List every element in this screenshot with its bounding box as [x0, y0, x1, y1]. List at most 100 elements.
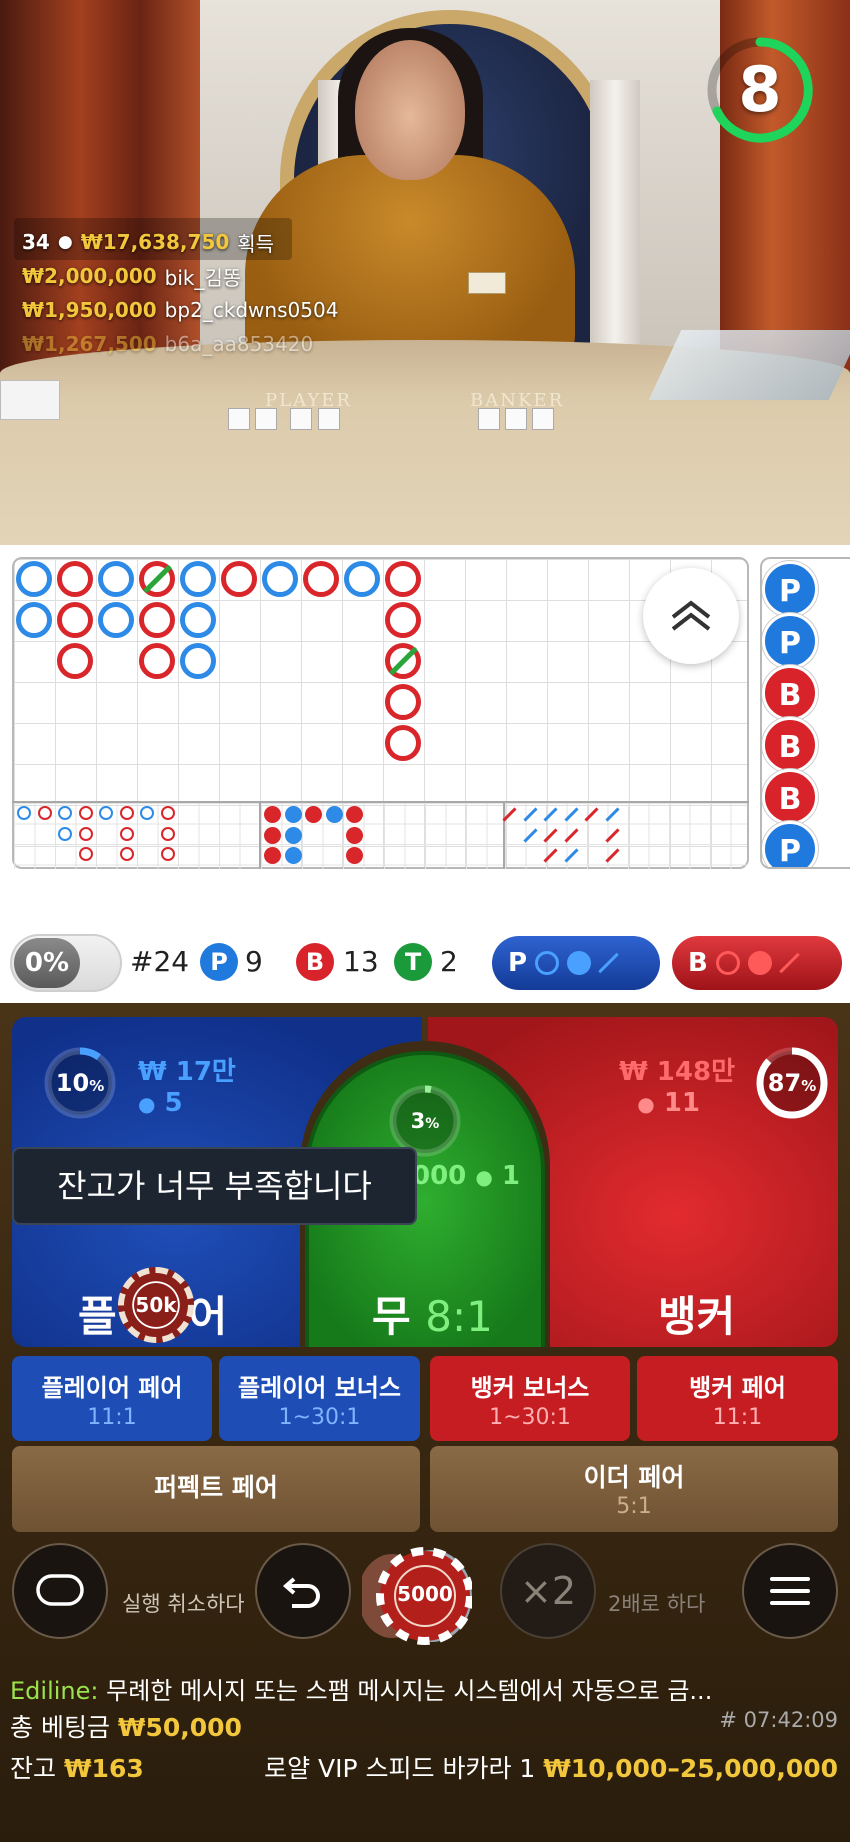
bead-road-mark: B [762, 665, 818, 721]
chip-selector[interactable]: 5000 [358, 1544, 474, 1648]
winners-list: 34 ● ₩17,638,750 획득 ₩2,000,000 bik_김똥 ₩1… [22, 225, 338, 361]
total-bet-label: 총 베팅금 [10, 1713, 110, 1742]
big-road-mark [344, 561, 380, 597]
player-percent: 10% [55, 1069, 105, 1097]
big-road-mark [180, 602, 216, 638]
eyeroad-mark [160, 806, 175, 820]
big-road-mark [180, 561, 216, 597]
tie-count: 2 [440, 945, 458, 978]
big-road-mark [139, 643, 175, 679]
banker-bettor-count: 11 [663, 1088, 700, 1118]
winner-amount: ₩2,000,000 [22, 264, 157, 288]
side-bet-odds: 5:1 [616, 1494, 652, 1519]
big-eye-icon [715, 951, 740, 975]
smallroad-mark [346, 847, 363, 864]
either-pair-bet[interactable]: 이더 페어 5:1 [430, 1446, 838, 1532]
winner-row: ₩1,267,500 b6a_aa853420 [22, 327, 338, 361]
round-number: #24 [130, 945, 190, 978]
cockroad-mark [604, 827, 620, 843]
side-bet-label: 퍼펙트 페어 [154, 1473, 278, 1502]
banker-percent-ring: 87% [752, 1043, 832, 1123]
banker-bonus-bet[interactable]: 뱅커 보너스 1~30:1 [430, 1356, 630, 1441]
live-video: PLAYER BANKER 8 34 ● ₩17,638,750 획득 ₩2,0 [0, 0, 850, 545]
user-icon: ● [138, 1092, 156, 1116]
side-bet-label: 플레이어 보너스 [238, 1374, 401, 1402]
cockroad-mark [502, 807, 517, 822]
banker-card [505, 408, 527, 430]
pillar-right [590, 80, 640, 380]
side-bet-label: 뱅커 페어 [689, 1374, 786, 1402]
big-road-mark [262, 561, 298, 597]
undo-icon [282, 1577, 320, 1608]
player-percent-ring: 10% [40, 1043, 120, 1123]
double-button[interactable]: ×2 [500, 1543, 596, 1639]
percent-toggle[interactable]: 0% [10, 934, 122, 992]
bead-road-mark: P [762, 821, 818, 867]
perfect-pair-bet[interactable]: 퍼펙트 페어 [12, 1446, 420, 1532]
cockroach-icon [598, 952, 619, 974]
player-count-badge: P [200, 943, 238, 981]
eyeroad-mark [160, 847, 175, 861]
winner-count: 34 [22, 230, 50, 254]
side-bet-odds: 11:1 [87, 1405, 137, 1430]
placed-chip[interactable]: 50k [118, 1267, 194, 1343]
big-road-mark [180, 643, 216, 679]
player-bettor-count: 5 [164, 1088, 183, 1118]
player-card [318, 408, 340, 430]
player-bettors: ● 5 [138, 1088, 183, 1118]
big-road-mark [303, 561, 339, 597]
tie-count-badge: T [394, 943, 432, 981]
collapse-scoreboard-button[interactable] [643, 568, 739, 664]
chat-toggle-button[interactable] [12, 1543, 108, 1639]
player-count: 9 [245, 945, 263, 978]
chevron-double-up-icon [671, 600, 711, 631]
bead-road[interactable]: PPBBBP [760, 557, 850, 869]
player-card [255, 408, 277, 430]
insufficient-balance-toast: 잔고가 너무 부족합니다 [12, 1147, 417, 1225]
big-road-mark [139, 602, 175, 638]
chat-message: Ediline: 무례한 메시지 또는 스팸 메시지는 시스템에서 자동으로 금… [10, 1671, 840, 1706]
betting-panel: 10% ₩ 17만 ● 5 87% ₩ 148만 ● 11 3% 000 ● 1… [0, 1003, 850, 1842]
double-label: 2배로 하다 [608, 1592, 706, 1616]
big-eye-icon [535, 951, 560, 975]
player-pair-bet[interactable]: 플레이어 페어 11:1 [12, 1356, 212, 1441]
banker-bettors: ● 11 [637, 1088, 700, 1118]
cockroad-mark [522, 807, 538, 822]
undo-label: 실행 취소하다 [122, 1592, 245, 1616]
big-eye-road [14, 803, 259, 869]
balance-label: 잔고 [10, 1754, 57, 1783]
eyeroad-mark [160, 826, 175, 841]
player-predict-button[interactable]: P [492, 936, 660, 990]
cockroach-icon [779, 952, 800, 974]
winner-name: bik_김똥 [164, 265, 242, 290]
countdown-timer: 8 [705, 35, 815, 145]
big-road-mark [16, 602, 52, 638]
hamburger-menu-icon [770, 1577, 810, 1605]
user-icon: ● [57, 232, 73, 252]
chat-text: 무례한 메시지 또는 스팸 메시지는 시스템에서 자동으로 금... [106, 1677, 713, 1705]
player-label-end: 어 [188, 1292, 228, 1341]
banker-card [532, 408, 554, 430]
player-card [228, 408, 250, 430]
cockroad-mark [563, 807, 579, 822]
winner-row: ₩1,950,000 bp2_ckdwns0504 [22, 293, 338, 327]
player-bonus-bet[interactable]: 플레이어 보너스 1~30:1 [219, 1356, 420, 1441]
eyeroad-mark [119, 847, 134, 861]
total-bet: 총 베팅금 ₩50,000 [10, 1708, 242, 1744]
menu-button[interactable] [742, 1543, 838, 1639]
undo-button[interactable] [255, 1543, 351, 1639]
side-bet-label: 뱅커 보너스 [470, 1374, 590, 1402]
smallroad-mark [346, 826, 363, 844]
banker-predict-button[interactable]: B [672, 936, 842, 990]
big-road-mark [98, 561, 134, 597]
cockroad-mark [543, 827, 558, 843]
eyeroad-mark [58, 806, 72, 820]
banker-pair-bet[interactable]: 뱅커 페어 11:1 [637, 1356, 838, 1441]
user-icon: ● [475, 1165, 493, 1189]
tie-stake-info: 000 ● 1 [412, 1161, 520, 1191]
big-road-mark [98, 602, 134, 638]
winner-name: bp2_ckdwns0504 [164, 298, 339, 322]
chat-user: Ediline: [10, 1677, 99, 1705]
user-icon: ● [637, 1092, 655, 1116]
bet-limits: ₩10,000–25,000,000 [543, 1754, 838, 1783]
